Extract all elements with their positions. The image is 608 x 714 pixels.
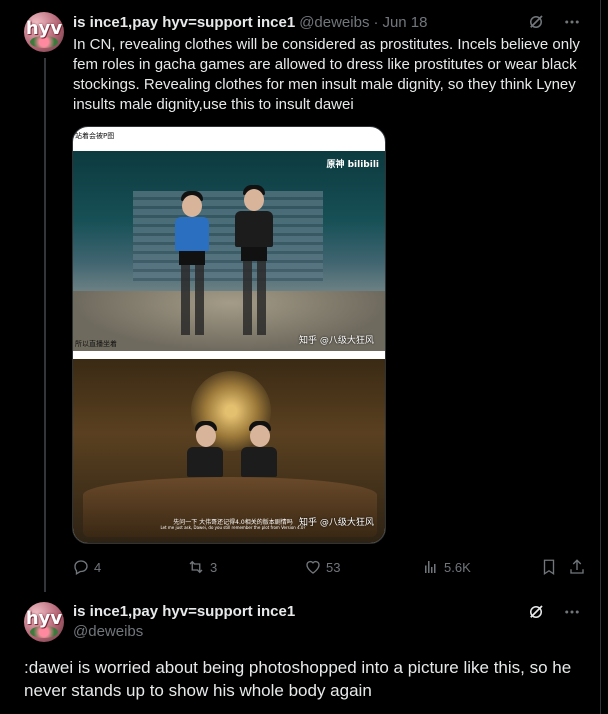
handle[interactable]: @deweibs [73, 622, 295, 642]
tweet-top-actions [526, 602, 582, 622]
tweet-header: is ince1,pay hyv=support ince1 @deweibs [73, 602, 295, 642]
avatar[interactable]: hyv [24, 12, 64, 52]
bookmark-button[interactable] [540, 556, 558, 578]
avatar-text: hyv [25, 608, 63, 629]
tweet-date[interactable]: Jun 18 [382, 14, 427, 31]
more-icon[interactable] [562, 602, 582, 622]
media-caption-top: 站着会被P图 [75, 132, 115, 140]
like-button[interactable]: 53 [304, 556, 340, 578]
avatar-text: hyv [25, 18, 63, 39]
bilibili-logo: 原神 bilibili [326, 160, 379, 170]
grok-icon[interactable] [526, 602, 546, 622]
display-name[interactable]: is ince1,pay hyv=support ince1 [73, 14, 295, 31]
share-button[interactable] [568, 556, 586, 578]
separator-dot: · [373, 13, 379, 31]
tweet-text: :dawei is worried about being photoshopp… [24, 658, 572, 700]
reply-icon [74, 560, 88, 575]
media-watermark: 知乎 @八级大狂风 [299, 336, 374, 346]
repost-icon [189, 560, 203, 574]
more-icon[interactable] [562, 12, 582, 32]
thread-line [44, 58, 46, 592]
views-button[interactable]: 5.6K [422, 556, 471, 578]
reply-count: 4 [94, 559, 102, 575]
like-count: 53 [326, 559, 341, 575]
display-name[interactable]: is ince1,pay hyv=support ince1 [73, 602, 295, 622]
repost-count: 3 [210, 559, 218, 575]
grok-icon[interactable] [526, 12, 546, 32]
tweet-reply[interactable]: hyv is ince1,pay hyv=support ince1 @dewe… [0, 592, 600, 714]
avatar[interactable]: hyv [24, 602, 64, 642]
tweet-header: is ince1,pay hyv=support ince1 @deweibs … [73, 12, 428, 32]
bookmark-icon [543, 559, 555, 576]
media-photo-standing: 原神 bilibili 知乎 @八级大狂风 [73, 151, 385, 351]
photo-stairs [133, 191, 323, 281]
tweet-top-actions [526, 12, 582, 32]
column-border [600, 0, 608, 714]
repost-button[interactable]: 3 [186, 556, 217, 578]
tweet-actions: 4 3 53 5.6K [66, 556, 596, 578]
tweet-text: In CN, revealing clothes will be conside… [73, 36, 580, 113]
handle[interactable]: @deweibs [299, 14, 369, 31]
views-icon [425, 561, 436, 573]
tweet-main[interactable]: hyv is ince1,pay hyv=support ince1 @dewe… [0, 0, 600, 592]
reply-button[interactable]: 4 [72, 556, 101, 578]
tweet-media-image[interactable]: 站着会被P图 原神 bilibili 知乎 @八级大狂风 所以直播坐着 先问一下… [72, 126, 386, 544]
media-photo-sitting: 先问一下 大伟哥还记得4.0相关的版本剧情吗 Let me just ask, … [73, 359, 385, 543]
media-caption-mid: 所以直播坐着 [75, 340, 117, 348]
heart-icon [306, 560, 320, 574]
media-watermark: 知乎 @八级大狂风 [299, 518, 374, 528]
views-count: 5.6K [444, 559, 471, 575]
share-icon [570, 559, 584, 574]
